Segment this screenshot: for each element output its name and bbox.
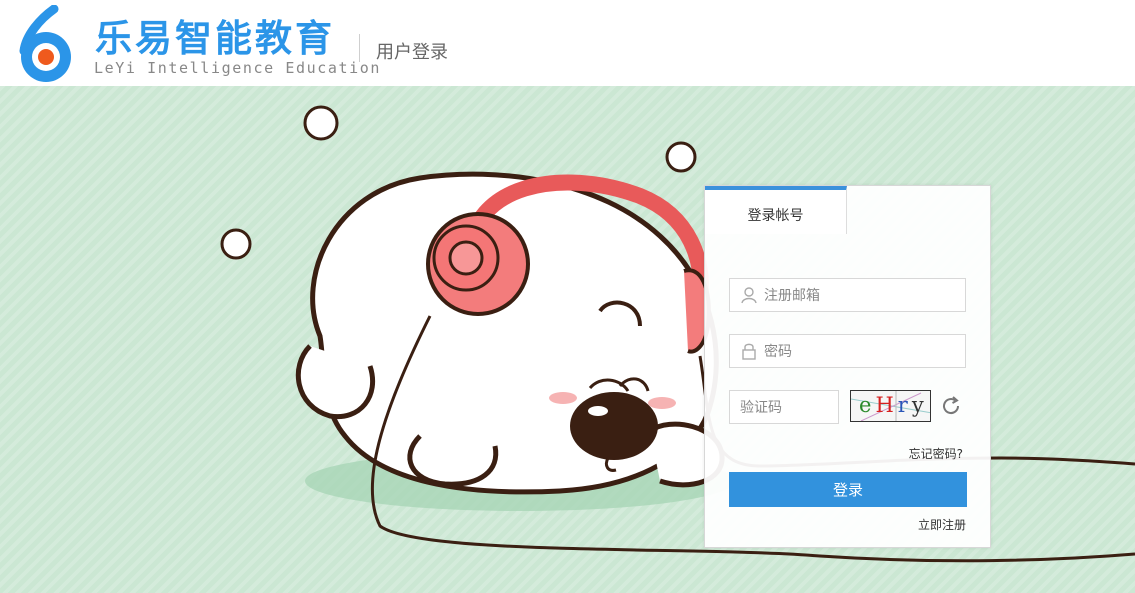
captcha-field-wrapper xyxy=(729,390,839,425)
captcha-input[interactable] xyxy=(738,391,838,425)
password-field[interactable] xyxy=(762,335,966,369)
forgot-password-link[interactable]: 忘记密码? xyxy=(909,445,963,462)
captcha-image[interactable]: eHry xyxy=(850,390,931,422)
refresh-icon[interactable] xyxy=(940,395,962,417)
tab-account-login[interactable]: 登录帐号 xyxy=(705,186,847,234)
user-icon xyxy=(741,287,757,304)
lock-icon xyxy=(742,343,756,360)
page-title: 用户登录 xyxy=(376,42,448,63)
email-field[interactable] xyxy=(762,279,966,313)
login-panel: 登录帐号 eHry 忘记密码? 登录 立即注册 xyxy=(704,185,991,548)
captcha-char: r xyxy=(897,393,912,417)
email-field-wrapper xyxy=(729,278,966,313)
logo-icon xyxy=(19,5,71,82)
login-button[interactable]: 登录 xyxy=(729,472,967,507)
captcha-char: y xyxy=(911,393,928,417)
captcha-char: e xyxy=(859,393,876,417)
logo-subtitle: LeYi Intelligence Education xyxy=(94,59,382,77)
captcha-text: eHry xyxy=(859,393,928,417)
site-header: 乐易智能教育 LeYi Intelligence Education 用户登录 xyxy=(0,0,1135,87)
password-field-wrapper xyxy=(729,334,966,369)
logo-title: 乐易智能教育 xyxy=(95,17,335,60)
captcha-char: H xyxy=(875,393,898,417)
header-divider xyxy=(359,34,360,62)
register-link[interactable]: 立即注册 xyxy=(918,516,966,533)
